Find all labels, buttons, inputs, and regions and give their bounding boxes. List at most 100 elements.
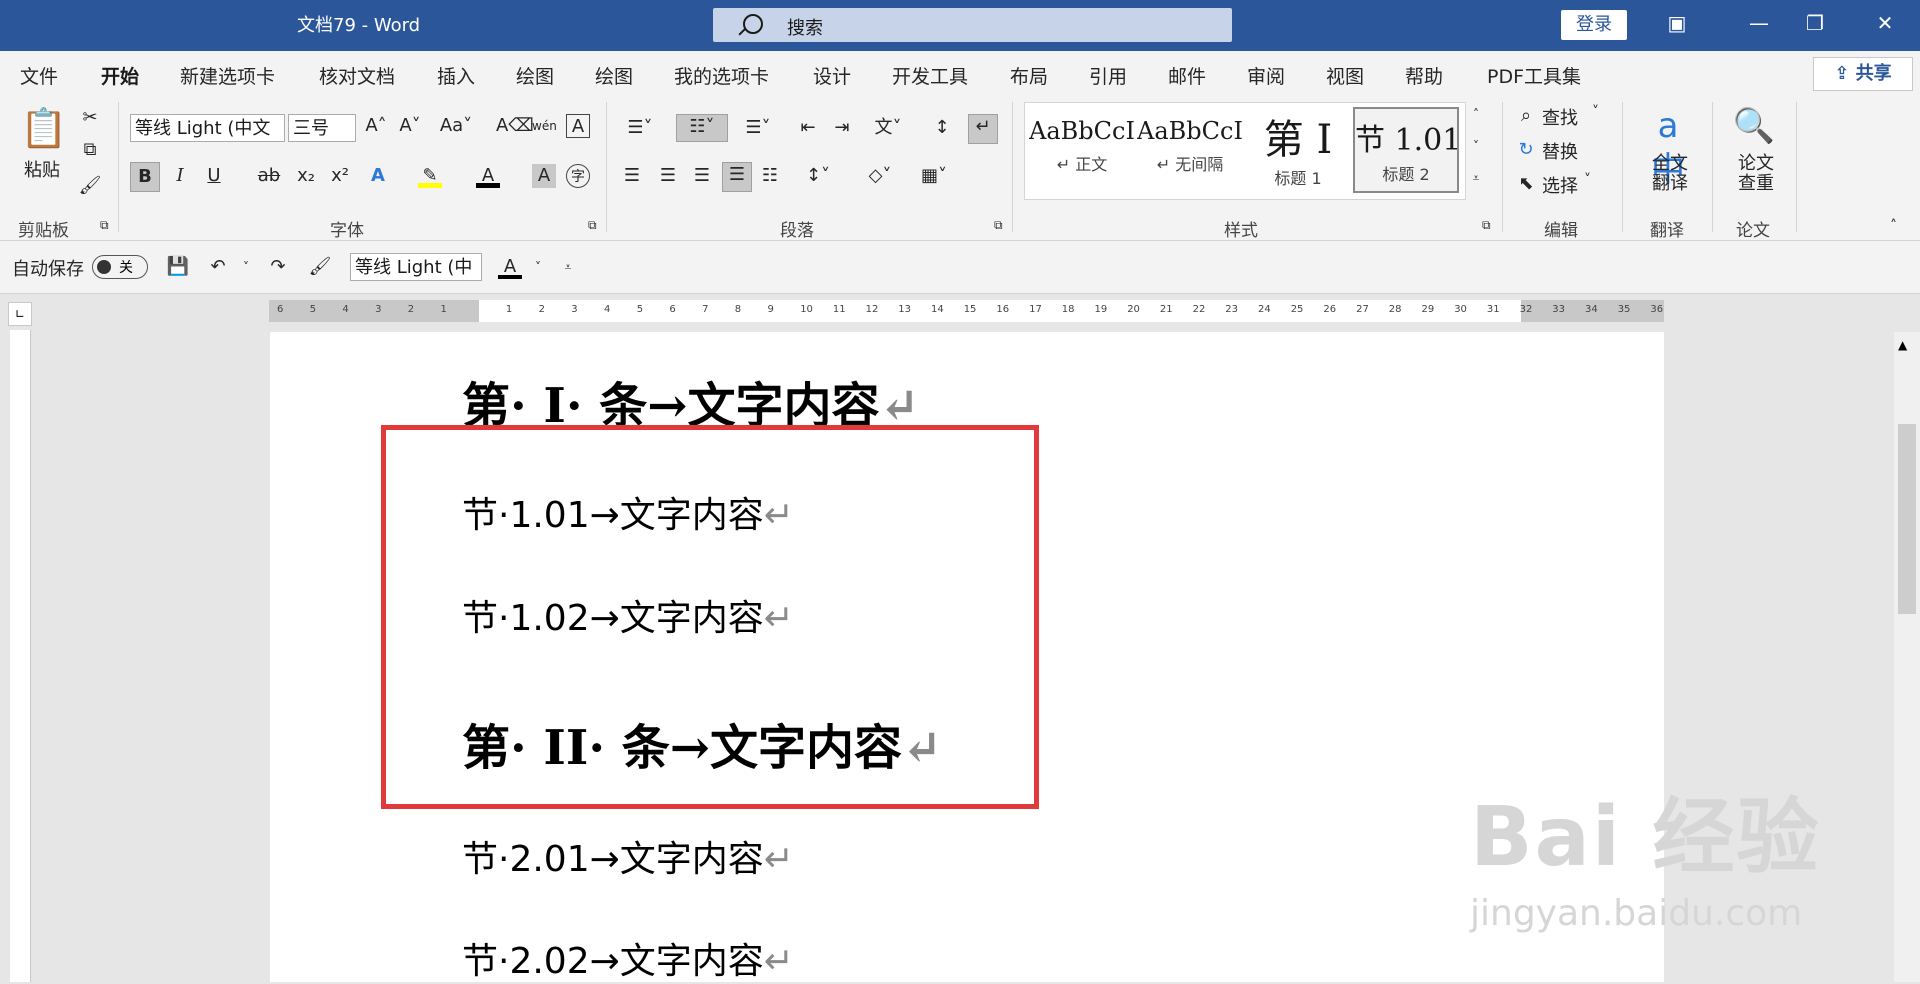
styles-scroll-down-icon[interactable]: ˅ [1466,134,1486,164]
qat-font-combo[interactable]: 等线 Light (中 [350,253,482,281]
align-center-icon[interactable]: ☰ [656,164,680,188]
underline-button[interactable]: U [202,164,226,188]
tab-insert[interactable]: 插入 [437,62,475,89]
paste-icon[interactable]: 📋 [20,106,67,150]
search-box[interactable]: 搜索 [713,8,1232,42]
paragraph-launcher-icon[interactable]: ⧉ [994,218,1003,233]
format-painter-icon[interactable]: 🖌 [78,174,102,198]
font-launcher-icon[interactable]: ⧉ [588,218,597,233]
login-button[interactable]: 登录 [1561,10,1627,40]
tab-draw-1[interactable]: 绘图 [516,62,554,89]
heading-2-section-2-01[interactable]: 节·2.01→文字内容↵ [462,830,794,882]
format-painter-qat-icon[interactable]: 🖌 [308,255,332,279]
tab-my[interactable]: 我的选项卡 [674,62,769,89]
translate-icon[interactable]: a中 [1646,104,1690,190]
distribute-icon[interactable]: ☷ [758,164,782,188]
customize-qat-icon[interactable]: ⩡ [556,255,580,279]
clipboard-launcher-icon[interactable]: ⧉ [100,218,109,233]
paste-label[interactable]: 粘贴 [24,156,60,182]
paper-check-button[interactable]: 论文查重 [1736,154,1776,194]
scroll-thumb[interactable] [1898,424,1916,614]
heading-2-section-2-02[interactable]: 节·2.02→文字内容↵ [462,932,794,984]
char-shading-icon[interactable]: A [532,164,556,188]
tab-proof[interactable]: 核对文档 [319,62,395,89]
styles-scroll-up-icon[interactable]: ˄ [1466,102,1486,132]
redo-icon[interactable]: ↷ [266,255,290,279]
style-heading-1[interactable]: 第 I 标题 1 [1245,107,1351,193]
minimize-icon[interactable]: — [1746,10,1772,36]
select-dropdown-icon[interactable]: ˅ [1584,172,1591,188]
shading-icon[interactable]: ◇˅ [860,164,900,188]
enclose-char-icon[interactable]: 字 [566,164,590,188]
line-spacing-icon[interactable]: ↕˅ [798,164,838,188]
font-size-combo[interactable]: 三号 [288,114,356,142]
tab-file[interactable]: 文件 [20,62,58,89]
char-border-icon[interactable]: A [566,114,590,138]
tab-mailings[interactable]: 邮件 [1168,62,1206,89]
bullets-icon[interactable]: ☰˅ [620,116,660,140]
tab-pdf[interactable]: PDF工具集 [1487,62,1581,89]
paper-check-icon[interactable]: 🔍 [1732,104,1776,148]
show-marks-icon[interactable]: ↵ [968,114,998,144]
vertical-ruler[interactable] [10,330,31,982]
tab-view[interactable]: 视图 [1326,62,1364,89]
chinese-layout-icon[interactable]: 文˅ [868,116,908,140]
tab-developer[interactable]: 开发工具 [892,62,968,89]
change-case-icon[interactable]: Aa˅ [436,114,476,138]
clear-format-icon[interactable]: A⌫ [496,114,534,138]
shrink-font-icon[interactable]: A˅ [398,114,422,138]
tab-draw-2[interactable]: 绘图 [595,62,633,89]
close-icon[interactable]: ✕ [1872,10,1898,36]
horizontal-ruler[interactable]: 6 5 4 3 2 1 1 2 3 4 5 6 7 8 9 10 11 12 13 14 15 16 17 18 19 20 21 2… [269,300,1664,322]
vertical-scrollbar[interactable]: ▲ [1894,332,1920,982]
style-normal[interactable]: AaBbCcI ↵ 正文 [1029,107,1135,193]
superscript-button[interactable]: x² [328,164,352,188]
subscript-button[interactable]: x₂ [294,164,318,188]
collapse-ribbon-icon[interactable]: ˄ [1890,218,1897,234]
numbering-icon[interactable]: ☷˅ [676,114,728,142]
style-heading-2[interactable]: 节 1.01 标题 2 [1353,107,1459,193]
translate-button[interactable]: 全文翻译 [1650,154,1690,194]
tab-review[interactable]: 审阅 [1247,62,1285,89]
restore-icon[interactable]: ❐ [1802,10,1828,36]
tab-home[interactable]: 开始 [101,62,140,97]
decrease-indent-icon[interactable]: ⇤ [796,116,820,140]
tab-new[interactable]: 新建选项卡 [180,62,275,89]
share-button[interactable]: ⇪ 共享 [1813,57,1913,91]
undo-icon[interactable]: ↶ [206,255,230,279]
strikethrough-button[interactable]: ab [254,164,284,188]
font-color-icon[interactable]: A [476,164,500,188]
increase-indent-icon[interactable]: ⇥ [830,116,854,140]
style-no-spacing[interactable]: AaBbCcI ↵ 无间隔 [1137,107,1243,193]
highlight-icon[interactable]: ✎ [418,164,442,188]
find-button[interactable]: 查找 [1542,104,1578,130]
copy-icon[interactable]: ⧉ [78,138,102,162]
qat-font-color-dropdown-icon[interactable]: ˅ [526,255,550,279]
grow-font-icon[interactable]: A˄ [364,114,388,138]
phonetic-guide-icon[interactable]: wén [532,114,557,138]
font-name-combo[interactable]: 等线 Light (中文 [130,114,285,142]
italic-button[interactable]: I [168,164,192,188]
tab-help[interactable]: 帮助 [1405,62,1443,89]
find-dropdown-icon[interactable]: ˅ [1592,104,1599,120]
text-effects-icon[interactable]: A [366,164,390,188]
save-icon[interactable]: 💾 [166,255,190,279]
scroll-up-icon[interactable]: ▲ [1898,338,1907,352]
align-right-icon[interactable]: ☰ [690,164,714,188]
undo-dropdown-icon[interactable]: ˅ [234,255,258,279]
autosave-toggle[interactable]: 关 [92,255,148,279]
styles-launcher-icon[interactable]: ⧉ [1482,218,1491,233]
tab-references[interactable]: 引用 [1089,62,1127,89]
replace-button[interactable]: 替换 [1542,138,1578,164]
bold-button[interactable]: B [130,162,160,192]
cut-icon[interactable]: ✂ [78,106,102,130]
tab-layout[interactable]: 布局 [1010,62,1048,89]
tab-design[interactable]: 设计 [813,62,851,89]
borders-icon[interactable]: ▦˅ [914,164,954,188]
ribbon-display-icon[interactable]: ▣ [1664,10,1690,36]
multilevel-list-icon[interactable]: ☰˅ [738,116,778,140]
qat-font-color-icon[interactable]: A [498,255,522,279]
sort-icon[interactable]: ↕ [930,116,954,140]
select-button[interactable]: 选择 [1542,172,1578,198]
tab-selector-icon[interactable]: ∟ [8,302,32,326]
